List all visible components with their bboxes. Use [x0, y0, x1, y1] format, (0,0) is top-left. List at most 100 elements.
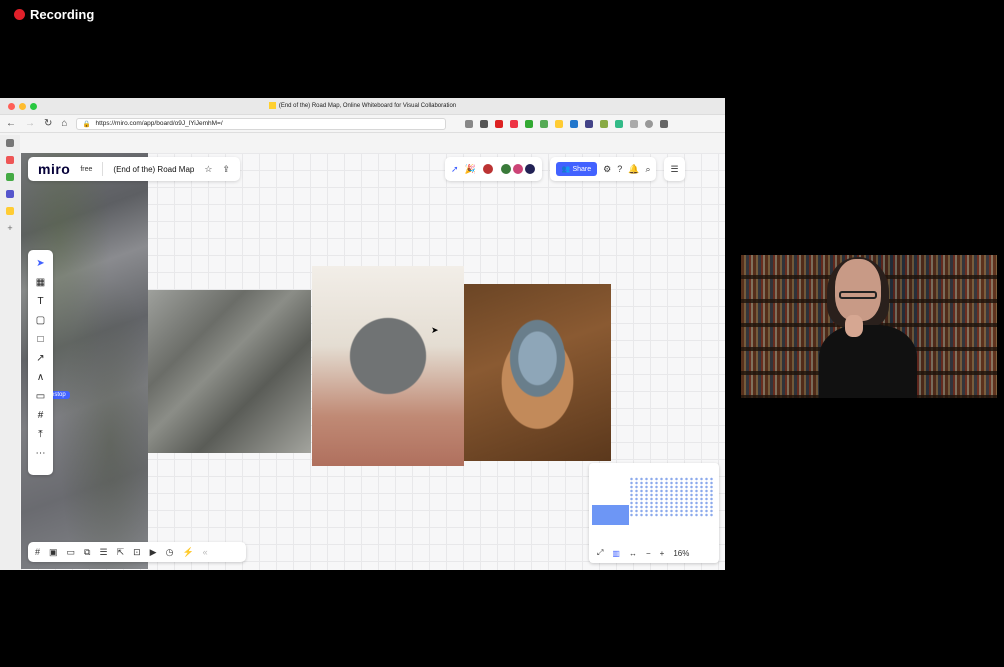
title-bar: (End of the) Road Map, Online Whiteboard…: [0, 98, 725, 115]
comment-tool-icon[interactable]: ▭: [36, 391, 45, 403]
clay-bowl-photo[interactable]: [464, 284, 611, 461]
presence-pill: ➚ 🎉: [445, 157, 542, 181]
bottom-toolbar: # ▣ ▭ ⧉ ☰ ⇱ ⊡ ▶ ◷ ⚡ «: [28, 542, 246, 562]
cards-icon[interactable]: ⧉: [84, 547, 90, 558]
zoom-controls: ⤢ ▥ ↔ − + 16%: [589, 543, 719, 563]
extension-icon[interactable]: [600, 119, 609, 128]
extension-icon[interactable]: [615, 119, 624, 128]
templates-icon[interactable]: ▦: [36, 277, 45, 289]
map-icon[interactable]: ▥: [612, 549, 620, 558]
share-button[interactable]: 👥 Share: [555, 162, 598, 176]
frames-icon[interactable]: #: [35, 547, 40, 557]
hand: [845, 315, 863, 337]
extension-icon[interactable]: [630, 119, 639, 128]
recording-label: Recording: [30, 7, 95, 22]
zoom-out-icon[interactable]: −: [646, 549, 651, 558]
torso: [819, 325, 917, 398]
add-icon[interactable]: +: [6, 224, 14, 233]
embed-icon[interactable]: ⊡: [133, 547, 141, 558]
extension-icon[interactable]: [540, 119, 549, 128]
address-bar[interactable]: 🔒 https://miro.com/app/board/o9J_lYiJemh…: [76, 117, 447, 130]
avatar-group: [499, 163, 536, 175]
comments-icon[interactable]: ▭: [67, 547, 76, 558]
present-icon[interactable]: ▣: [49, 547, 58, 558]
avatar[interactable]: [499, 163, 512, 175]
reload-icon[interactable]: ↻: [44, 118, 52, 129]
miro-favicon-icon: [268, 102, 276, 109]
board-notes-icon[interactable]: ☰: [670, 164, 678, 175]
sidebar-icon[interactable]: [6, 139, 14, 147]
forward-icon[interactable]: →: [25, 118, 35, 129]
collab-toolbar: ➚ 🎉 👥 Share ⚙ ? 🔔 ⌕ ☰: [445, 157, 720, 181]
avatar[interactable]: [511, 163, 524, 175]
minimap-content: [629, 477, 714, 517]
fullscreen-icon[interactable]: ⤢: [597, 548, 603, 558]
share-screen-icon[interactable]: ⇱: [117, 547, 125, 558]
clay-rocks-photo[interactable]: [148, 290, 311, 453]
url-text: https://miro.com/app/board/o9J_lYiJemhM=…: [95, 120, 223, 127]
pen-tool-icon[interactable]: ∧: [37, 372, 44, 384]
avatar[interactable]: [481, 163, 494, 175]
zoom-level[interactable]: 16%: [673, 549, 689, 558]
help-icon[interactable]: ?: [617, 164, 622, 174]
extension-icon[interactable]: [525, 119, 534, 128]
export-icon[interactable]: ⇪: [222, 164, 230, 175]
clay-ball-in-hand-photo[interactable]: [312, 266, 464, 466]
cursor-mode-icon[interactable]: ➚: [451, 164, 459, 175]
webcam-video: [741, 255, 997, 398]
back-icon[interactable]: ←: [6, 118, 16, 129]
connector-tool-icon[interactable]: ↗: [36, 353, 44, 365]
recording-indicator: Recording: [14, 7, 94, 22]
sidebar-icon[interactable]: [6, 190, 14, 198]
fit-width-icon[interactable]: ↔: [629, 549, 637, 558]
board-header: miro free (End of the) Road Map ☆ ⇪: [28, 157, 240, 181]
lock-icon: 🔒: [82, 120, 91, 128]
miro-extension-icon[interactable]: [555, 119, 564, 128]
tab-title: (End of the) Road Map, Online Whiteboard…: [278, 103, 457, 110]
avatar[interactable]: [523, 163, 536, 175]
profile-icon[interactable]: [645, 119, 654, 128]
maps-icon[interactable]: [6, 173, 14, 181]
browser-sidebar: +: [0, 135, 20, 570]
plan-badge[interactable]: free: [80, 166, 92, 173]
zoom-in-icon[interactable]: +: [660, 549, 665, 558]
extension-icon[interactable]: [465, 119, 474, 128]
glasses: [839, 291, 877, 299]
more-tools-icon[interactable]: ⋯: [36, 448, 46, 460]
extension-icon[interactable]: [510, 119, 519, 128]
sticky-note-icon[interactable]: ▢: [36, 315, 45, 327]
video-call-icon[interactable]: ▶: [150, 547, 157, 558]
frame-tool-icon[interactable]: #: [38, 410, 44, 422]
shape-tool-icon[interactable]: □: [37, 334, 43, 346]
lightning-icon[interactable]: ⚡: [182, 547, 193, 558]
board-name[interactable]: (End of the) Road Map: [113, 165, 194, 174]
pocket-icon[interactable]: [480, 119, 489, 128]
home-icon[interactable]: ⌂: [61, 118, 67, 129]
timer-icon[interactable]: ◷: [166, 547, 174, 558]
share-label: Share: [572, 166, 592, 173]
creation-toolbar: ➤ ▦ T ▢ □ ↗ ∧ ▭ # ⤒ ⋯: [28, 250, 53, 475]
extension-icon[interactable]: [495, 119, 504, 128]
text-tool-icon[interactable]: T: [37, 296, 43, 308]
minimap-viewport[interactable]: [592, 505, 629, 525]
upload-icon[interactable]: ⤒: [38, 429, 42, 441]
window-title: (End of the) Road Map, Online Whiteboard…: [0, 102, 725, 109]
settings-sliders-icon[interactable]: ⚙: [603, 164, 611, 175]
whiteboard-canvas[interactable]: estop ➤ miro free (End of the) Road Map …: [21, 153, 725, 570]
outline-icon[interactable]: ☰: [99, 547, 107, 558]
select-tool-icon[interactable]: ➤: [36, 258, 44, 270]
sidebar-icon[interactable]: [6, 156, 14, 164]
face: [835, 259, 881, 321]
star-icon[interactable]: ☆: [204, 164, 212, 175]
record-dot-icon: [14, 9, 25, 20]
extension-icon[interactable]: [585, 119, 594, 128]
reactions-icon[interactable]: 🎉: [465, 164, 476, 175]
menu-icon[interactable]: [660, 119, 669, 128]
miro-sidebar-icon[interactable]: [6, 207, 14, 215]
extension-icon[interactable]: [570, 119, 579, 128]
collapse-icon[interactable]: «: [203, 547, 208, 557]
minimap[interactable]: ⤢ ▥ ↔ − + 16%: [589, 463, 719, 563]
bell-icon[interactable]: 🔔: [628, 164, 639, 175]
miro-logo[interactable]: miro: [38, 161, 70, 177]
search-icon[interactable]: ⌕: [645, 164, 650, 175]
